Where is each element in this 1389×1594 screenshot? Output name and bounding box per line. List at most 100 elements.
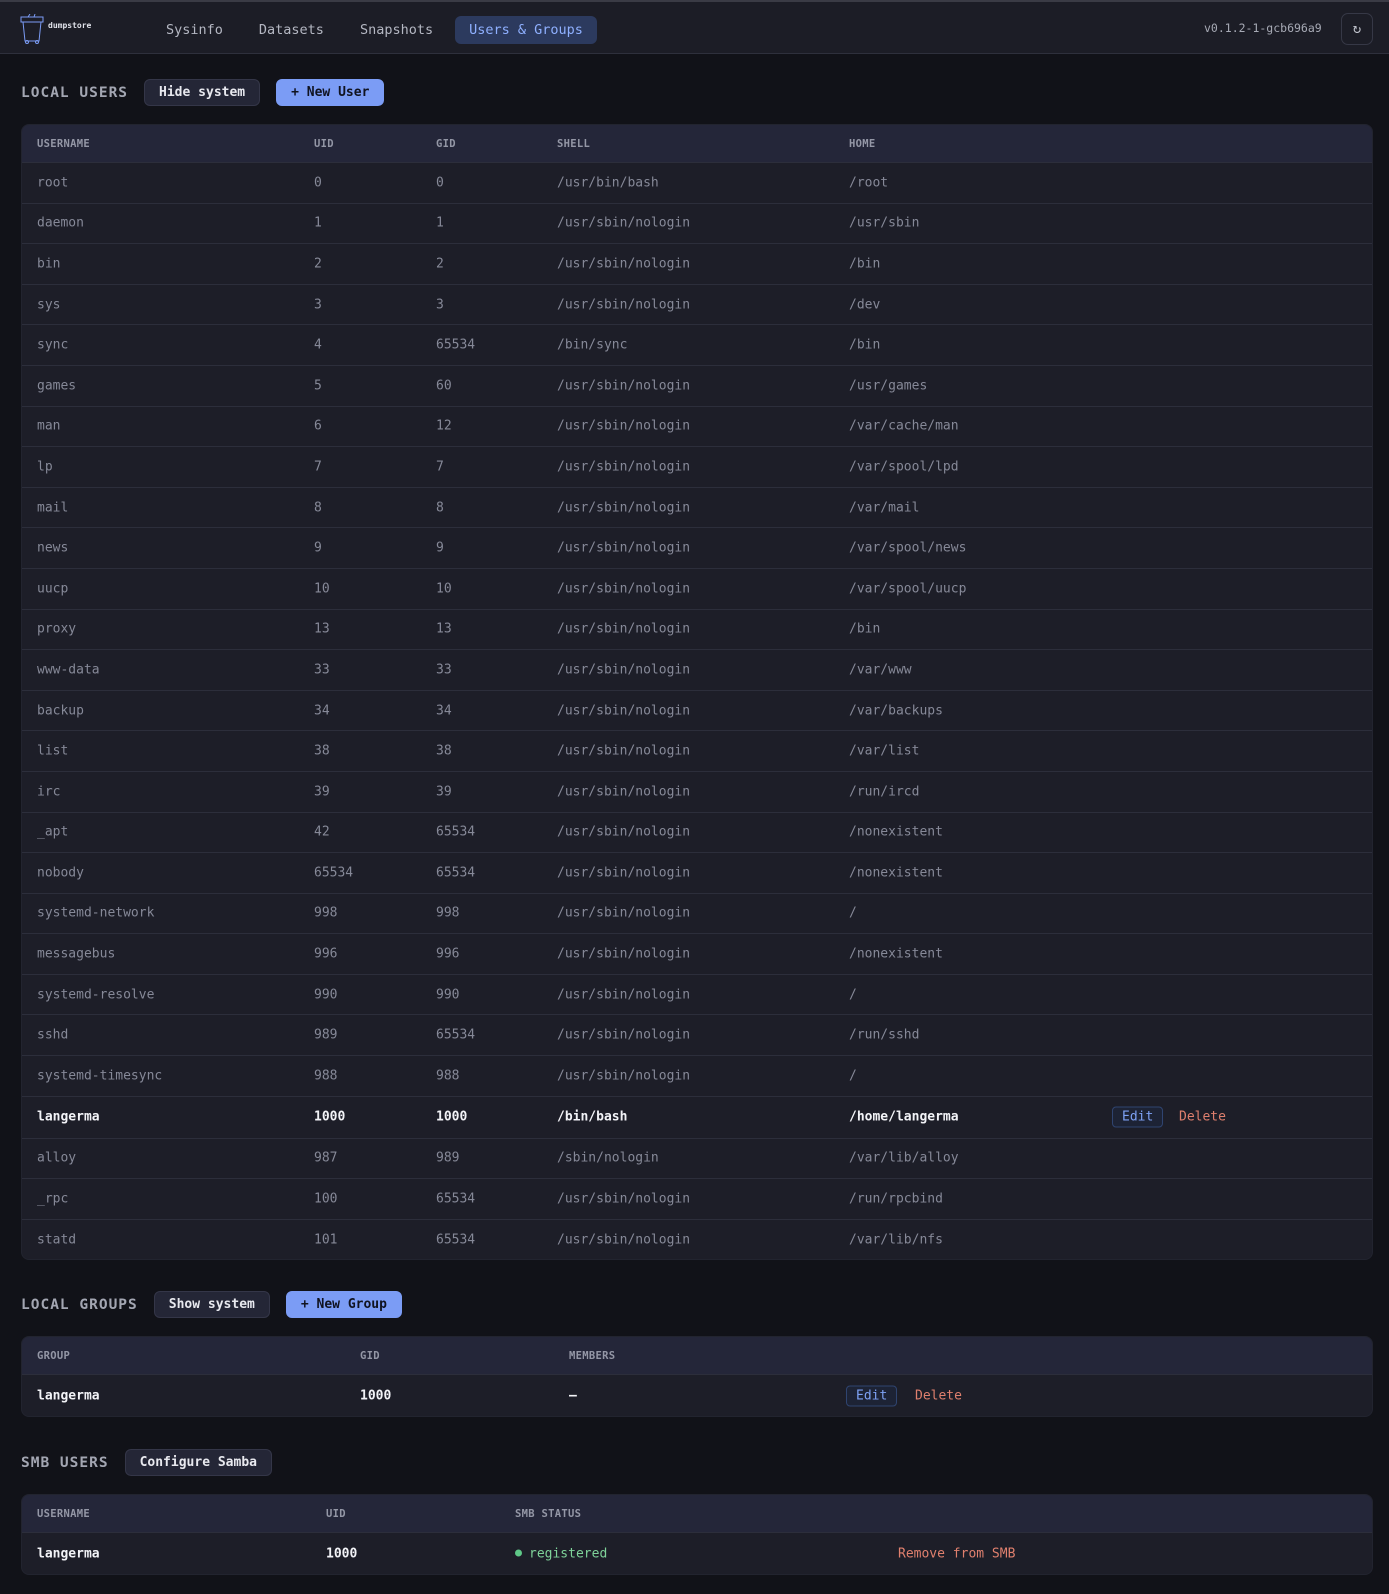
column-header-username: USERNAME (37, 1507, 90, 1520)
column-header-group: GROUP (37, 1349, 71, 1362)
smb-users-header: SMB USERS Configure Samba (21, 1449, 272, 1476)
cell-home: /run/ircd (849, 784, 920, 800)
cell-uid: 100 (314, 1191, 338, 1207)
configure-samba-button[interactable]: Configure Samba (124, 1449, 272, 1476)
cell-home: /run/sshd (849, 1027, 920, 1043)
top-nav-bar: dumpstore Sysinfo Datasets Snapshots Use… (0, 0, 1389, 54)
cell-uid: 3 (314, 297, 322, 313)
cell-shell: /usr/sbin/nologin (557, 297, 691, 313)
table-row: lp 7 7/usr/sbin/nologin/var/spool/lpd (22, 446, 1372, 487)
table-row: messagebus 996 996/usr/sbin/nologin/nonexi… (22, 933, 1372, 974)
cell-uid: 5 (314, 378, 322, 394)
cell-uid: 988 (314, 1068, 338, 1084)
cell-shell: /usr/sbin/nologin (557, 378, 691, 394)
show-system-button[interactable]: Show system (153, 1291, 270, 1318)
cell-gid: 1000 (360, 1388, 392, 1403)
table-row: langerma 1000 1000/bin/bash/home/langerma E… (22, 1095, 1372, 1138)
delete-button[interactable]: Delete (1173, 1108, 1232, 1127)
table-header-row: USERNAME UID GID SHELL HOME (22, 125, 1372, 162)
cell-uid: 998 (314, 905, 338, 921)
new-user-button[interactable]: + New User (276, 79, 385, 106)
cell-shell: /usr/bin/bash (557, 175, 659, 191)
cell-gid: 0 (436, 175, 444, 191)
cell-username: statd (37, 1232, 77, 1248)
cell-shell: /usr/sbin/nologin (557, 784, 691, 800)
cell-home: /bin (849, 256, 881, 272)
cell-home: /bin (849, 337, 881, 353)
cell-uid: 9 (314, 540, 322, 556)
table-row: root 0 0/usr/bin/bash/root (22, 162, 1372, 203)
edit-button[interactable]: Edit (1112, 1106, 1164, 1128)
cell-gid: 990 (436, 987, 460, 1003)
cell-home: /var/lib/alloy (849, 1150, 959, 1166)
cell-uid: 33 (314, 662, 330, 678)
cell-username: mail (37, 500, 69, 516)
cell-home: /home/langerma (849, 1109, 959, 1125)
cell-gid: 39 (436, 784, 452, 800)
cell-home: /bin (849, 621, 881, 637)
new-group-button[interactable]: + New Group (285, 1291, 402, 1318)
cell-members: – (569, 1388, 577, 1403)
cell-home: /usr/games (849, 378, 928, 394)
cell-username: man (37, 418, 61, 434)
cell-uid: 990 (314, 987, 338, 1003)
cell-gid: 33 (436, 662, 452, 678)
nav-sysinfo[interactable]: Sysinfo (152, 16, 237, 44)
column-header-username: USERNAME (37, 137, 90, 150)
cell-shell: /usr/sbin/nologin (557, 1232, 691, 1248)
cell-username: news (37, 540, 69, 556)
cell-username: irc (37, 784, 61, 800)
table-row: irc 39 39/usr/sbin/nologin/run/ircd (22, 770, 1372, 812)
cell-home: /var/backups (849, 703, 943, 719)
cell-shell: /usr/sbin/nologin (557, 418, 691, 434)
cell-shell: /usr/sbin/nologin (557, 540, 691, 556)
cell-home: /dev (849, 297, 881, 313)
cell-gid: 60 (436, 378, 452, 394)
cell-uid: 10 (314, 581, 330, 597)
groups-table: GROUP GID MEMBERS langerma 1000 – Edit Delete (21, 1336, 1373, 1417)
cell-username: sshd (37, 1027, 69, 1043)
nav-datasets[interactable]: Datasets (245, 16, 338, 44)
cell-gid: 12 (436, 418, 452, 434)
column-header-members: MEMBERS (569, 1349, 616, 1362)
cell-username: www-data (37, 662, 100, 678)
column-header-uid: UID (314, 137, 334, 150)
cell-shell: /usr/sbin/nologin (557, 987, 691, 1003)
cell-username: systemd-resolve (37, 987, 155, 1003)
cell-uid: 4 (314, 337, 322, 353)
cell-username: _rpc (37, 1191, 69, 1207)
cell-gid: 1 (436, 215, 444, 231)
nav-snapshots[interactable]: Snapshots (346, 16, 447, 44)
remove-from-smb-button[interactable]: Remove from SMB (892, 1544, 1021, 1563)
cell-shell: /usr/sbin/nologin (557, 703, 691, 719)
cell-username: _apt (37, 824, 69, 840)
cell-username: list (37, 743, 69, 759)
edit-button[interactable]: Edit (846, 1385, 898, 1406)
cell-uid: 101 (314, 1232, 338, 1248)
cell-shell: /bin/sync (557, 337, 628, 353)
cell-uid: 38 (314, 743, 330, 759)
hide-system-button[interactable]: Hide system (144, 79, 261, 106)
cell-uid: 1000 (326, 1546, 358, 1561)
delete-button[interactable]: Delete (909, 1386, 968, 1405)
table-row: langerma 1000 – Edit Delete (22, 1374, 1372, 1416)
cell-shell: /usr/sbin/nologin (557, 662, 691, 678)
refresh-button[interactable]: ↻ (1341, 13, 1373, 45)
table-row: statd 101 65534/usr/sbin/nologin/var/lib/n… (22, 1218, 1372, 1260)
cell-gid: 65534 (436, 337, 476, 353)
cell-gid: 65534 (436, 1027, 476, 1043)
cell-username: systemd-timesync (37, 1068, 163, 1084)
status-text: registered (529, 1546, 608, 1561)
cell-uid: 0 (314, 175, 322, 191)
cell-uid: 996 (314, 946, 338, 962)
section-title: LOCAL GROUPS (21, 1296, 138, 1313)
cell-uid: 7 (314, 459, 322, 475)
section-title: SMB USERS (21, 1454, 109, 1471)
cell-shell: /usr/sbin/nologin (557, 215, 691, 231)
cell-home: /var/cache/man (849, 418, 959, 434)
cell-gid: 7 (436, 459, 444, 475)
nav-users-groups[interactable]: Users & Groups (455, 16, 597, 44)
local-groups-header: LOCAL GROUPS Show system + New Group (21, 1291, 402, 1318)
cell-uid: 13 (314, 621, 330, 637)
cell-gid: 988 (436, 1068, 460, 1084)
